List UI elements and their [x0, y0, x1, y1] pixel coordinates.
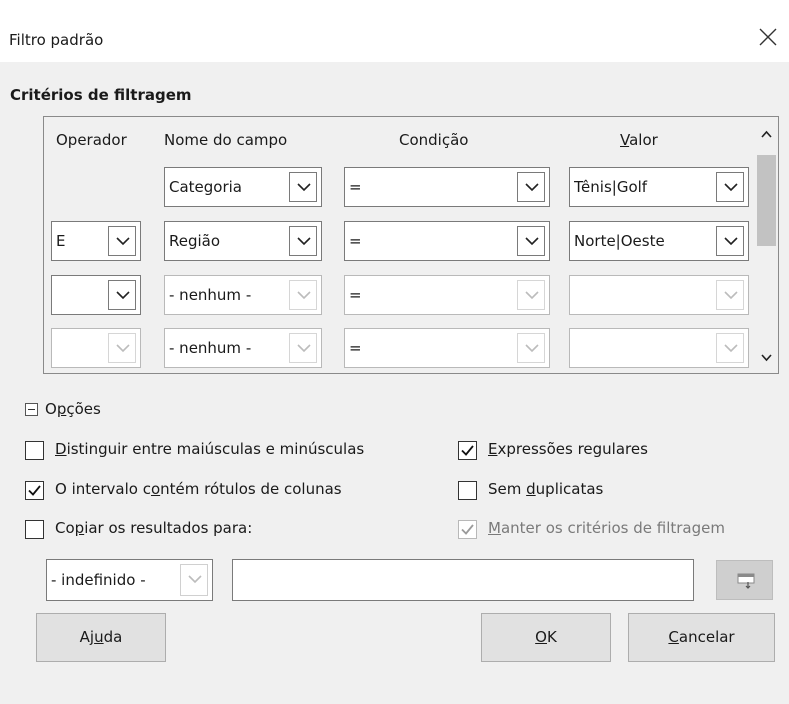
dropdown-arrow[interactable] — [517, 172, 545, 202]
dropdown-arrow[interactable] — [289, 226, 317, 256]
no-duplicates-checkbox[interactable] — [458, 481, 477, 500]
copy-results-label[interactable]: Copiar os resultados para: — [55, 519, 252, 537]
field-select-3[interactable]: - nenhum - — [164, 275, 322, 315]
chevron-down-icon — [525, 237, 539, 246]
dropdown-arrow[interactable] — [716, 172, 744, 202]
dropdown-arrow[interactable] — [289, 333, 317, 363]
dropdown-arrow[interactable] — [517, 333, 545, 363]
shrink-icon — [737, 573, 755, 589]
title-bar: Filtro padrão — [0, 0, 789, 62]
dropdown-arrow[interactable] — [716, 333, 744, 363]
copy-target-input[interactable] — [232, 559, 694, 601]
field-select-1[interactable]: Categoria — [164, 167, 322, 207]
dropdown-arrow[interactable] — [108, 333, 136, 363]
chevron-down-icon — [297, 344, 311, 353]
scrollbar-thumb[interactable] — [757, 155, 776, 246]
case-sensitive-label[interactable]: Distinguir entre maiúsculas e minúsculas — [55, 440, 364, 458]
chevron-down-icon — [525, 183, 539, 192]
help-button[interactable]: Ajuda — [36, 613, 166, 662]
chevron-down-icon — [724, 183, 738, 192]
regex-checkbox[interactable] — [458, 441, 477, 460]
checkmark-icon — [461, 445, 474, 456]
dialog-title: Filtro padrão — [9, 31, 104, 49]
chevron-down-icon — [297, 291, 311, 300]
options-collapse-icon[interactable] — [25, 403, 38, 416]
criteria-heading: Critérios de filtragem — [10, 86, 192, 104]
copy-results-checkbox[interactable] — [25, 520, 44, 539]
no-duplicates-label[interactable]: Sem duplicatas — [488, 480, 603, 498]
value-select-3[interactable] — [569, 275, 749, 315]
chevron-down-icon — [297, 183, 311, 192]
header-value: Valor — [620, 131, 658, 149]
field-select-4[interactable]: - nenhum - — [164, 328, 322, 368]
operator-select-2[interactable]: E — [51, 221, 141, 261]
operator-select-4[interactable] — [51, 328, 141, 368]
case-sensitive-checkbox[interactable] — [25, 441, 44, 460]
chevron-down-icon — [116, 344, 130, 353]
cancel-button[interactable]: Cancelar — [628, 613, 775, 662]
value-select-2[interactable]: Norte|Oeste — [569, 221, 749, 261]
scroll-down-icon[interactable] — [761, 354, 772, 362]
chevron-down-icon — [188, 575, 202, 584]
condition-select-2[interactable]: = — [344, 221, 550, 261]
regex-label[interactable]: Expressões regulares — [488, 440, 648, 458]
checkmark-icon — [461, 524, 474, 535]
chevron-down-icon — [116, 291, 130, 300]
value-select-4[interactable] — [569, 328, 749, 368]
options-heading[interactable]: Opções — [45, 400, 101, 418]
chevron-down-icon — [724, 344, 738, 353]
dropdown-arrow[interactable] — [716, 226, 744, 256]
condition-select-1[interactable]: = — [344, 167, 550, 207]
header-field-name: Nome do campo — [164, 131, 288, 149]
ok-button[interactable]: OK — [481, 613, 611, 662]
shrink-button[interactable] — [716, 560, 773, 600]
header-condition: Condição — [399, 131, 469, 149]
keep-criteria-checkbox[interactable] — [458, 520, 477, 539]
chevron-down-icon — [724, 291, 738, 300]
dropdown-arrow[interactable] — [180, 564, 208, 596]
condition-select-4[interactable]: = — [344, 328, 550, 368]
close-button[interactable] — [747, 16, 789, 58]
chevron-down-icon — [724, 237, 738, 246]
dropdown-arrow[interactable] — [517, 280, 545, 310]
dropdown-arrow[interactable] — [289, 172, 317, 202]
dropdown-arrow[interactable] — [517, 226, 545, 256]
operator-select-3[interactable] — [51, 275, 141, 315]
copy-target-select[interactable]: - indefinido - — [46, 559, 213, 601]
range-has-labels-label[interactable]: O intervalo contém rótulos de colunas — [55, 480, 342, 498]
dropdown-arrow[interactable] — [289, 280, 317, 310]
close-icon — [759, 28, 777, 46]
header-operator: Operador — [56, 131, 127, 149]
range-has-labels-checkbox[interactable] — [25, 481, 44, 500]
chevron-down-icon — [525, 344, 539, 353]
dropdown-arrow[interactable] — [108, 226, 136, 256]
value-select-1[interactable]: Tênis|Golf — [569, 167, 749, 207]
dropdown-arrow[interactable] — [108, 280, 136, 310]
scroll-up-icon[interactable] — [761, 130, 772, 138]
keep-criteria-label[interactable]: Manter os critérios de filtragem — [488, 519, 725, 537]
dropdown-arrow[interactable] — [716, 280, 744, 310]
chevron-down-icon — [297, 237, 311, 246]
chevron-down-icon — [525, 291, 539, 300]
field-select-2[interactable]: Região — [164, 221, 322, 261]
condition-select-3[interactable]: = — [344, 275, 550, 315]
checkmark-icon — [28, 485, 41, 496]
chevron-down-icon — [116, 237, 130, 246]
